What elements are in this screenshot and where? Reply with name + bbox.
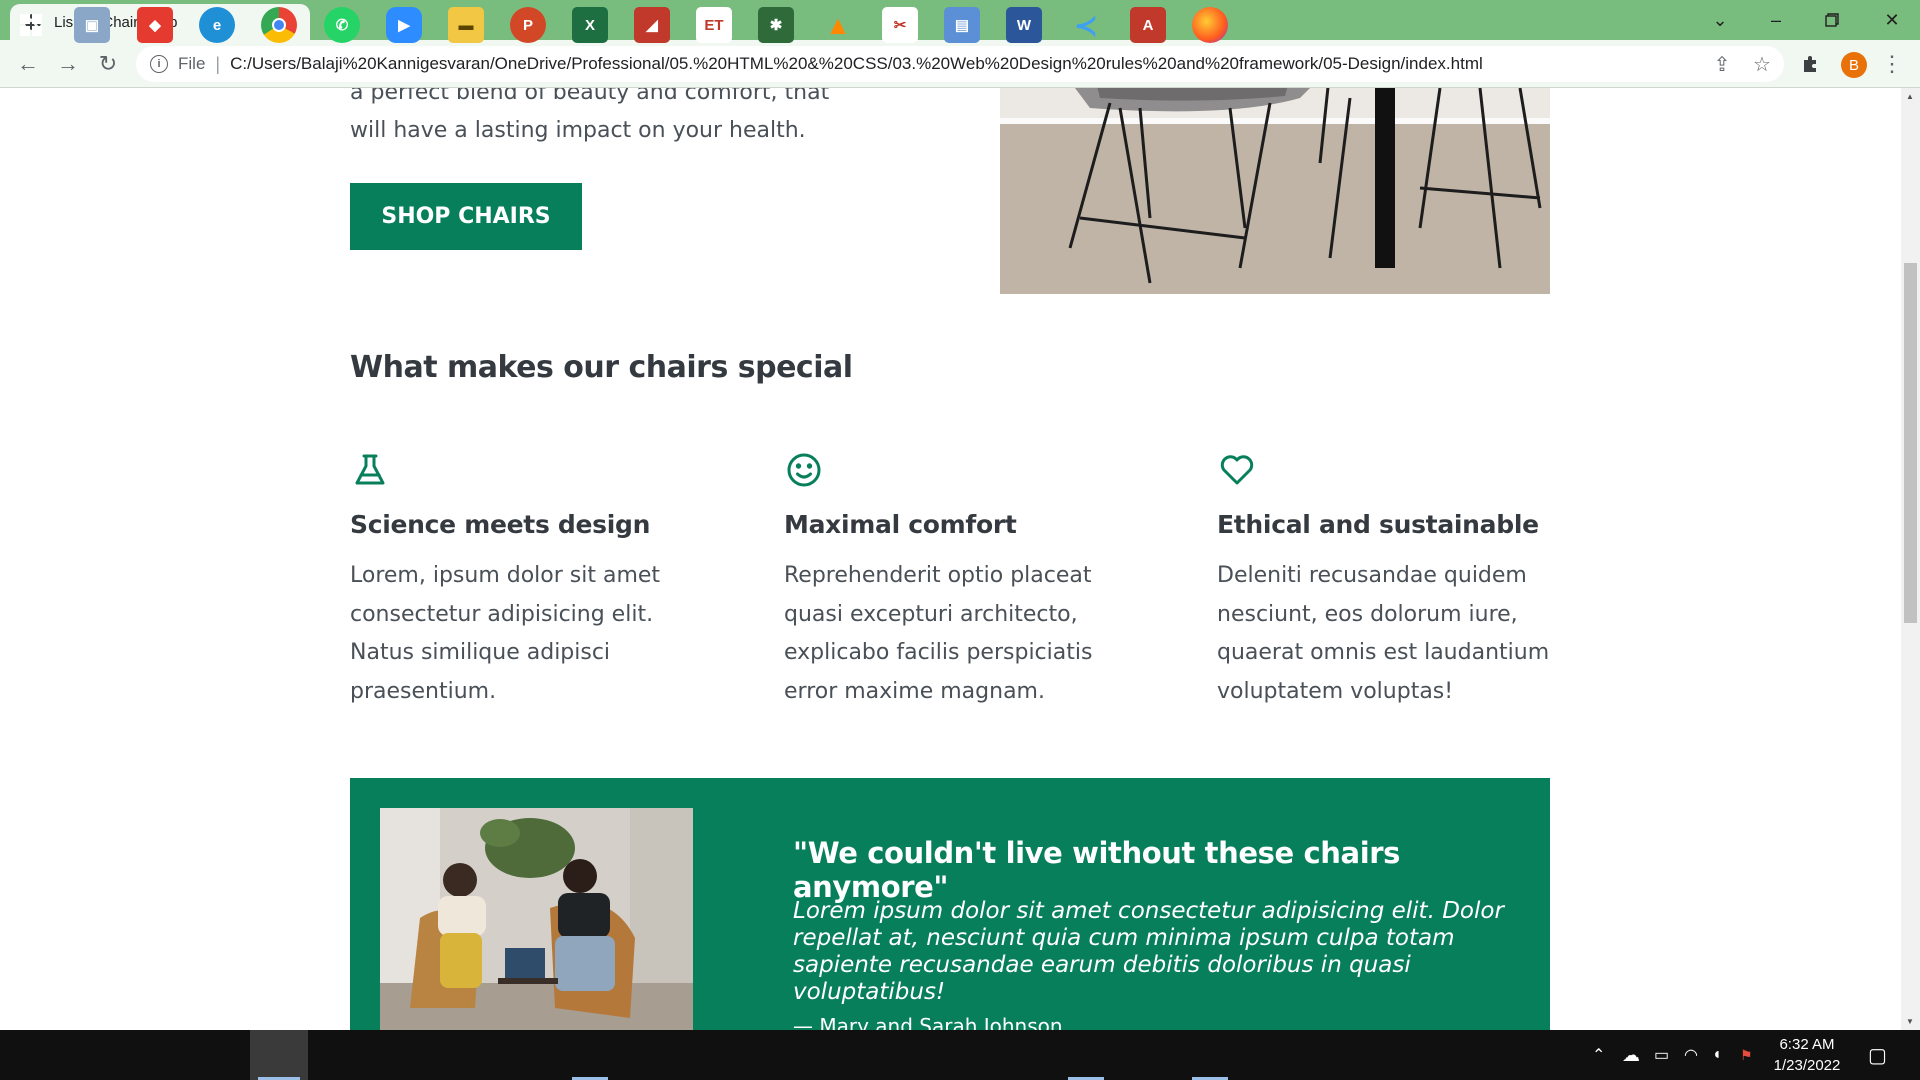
adobe-reader-icon[interactable]: A bbox=[1130, 7, 1166, 43]
notification-app-icon[interactable]: ⚑ bbox=[1740, 1030, 1753, 1080]
share-icon[interactable]: ⇪ bbox=[1710, 52, 1734, 76]
browser-menu-icon[interactable]: ⋮ bbox=[1880, 52, 1904, 78]
tray-chevron-icon[interactable]: ⌃ bbox=[1592, 1030, 1605, 1080]
feature-title: Science meets design bbox=[350, 510, 651, 539]
anydesk-icon[interactable]: ◆ bbox=[137, 7, 173, 43]
clock-date: 1/23/2022 bbox=[1773, 1057, 1841, 1074]
testimonial-quote: "We couldn't live without these chairs a… bbox=[793, 836, 1400, 904]
vlc-icon[interactable]: ▲ bbox=[820, 7, 856, 43]
vscode-icon[interactable]: ≺ bbox=[1068, 7, 1104, 43]
url-separator: | bbox=[215, 53, 221, 74]
app-icon[interactable]: ✱ bbox=[758, 7, 794, 43]
extensions-icon[interactable] bbox=[1798, 52, 1822, 76]
taskbar-active-highlight bbox=[250, 1030, 308, 1080]
scrollbar-thumb[interactable] bbox=[1904, 263, 1917, 623]
testimonial-image bbox=[380, 808, 693, 1030]
restore-icon bbox=[1825, 13, 1839, 27]
feature-card: Science meets design Lorem, ipsum dolor … bbox=[350, 450, 690, 711]
browser-toolbar: ← → ↻ i File | C:/Users/Balaji%20Kannige… bbox=[0, 40, 1920, 88]
profile-avatar[interactable]: B bbox=[1841, 52, 1867, 78]
flask-icon bbox=[355, 454, 385, 485]
whatsapp-icon[interactable]: ✆ bbox=[324, 7, 360, 43]
feature-text: Deleniti recusandae quidem nesciunt, eos… bbox=[1217, 563, 1550, 704]
site-info-icon[interactable]: i bbox=[150, 55, 168, 73]
zoom-icon[interactable]: ▶ bbox=[386, 7, 422, 43]
hero-image bbox=[1000, 88, 1550, 294]
tab-search-icon[interactable]: ⌄ bbox=[1692, 0, 1748, 40]
word-icon[interactable]: W bbox=[1006, 7, 1042, 43]
battery-icon[interactable]: ▭ bbox=[1654, 1030, 1669, 1080]
excel-icon[interactable]: X bbox=[572, 7, 608, 43]
feature-text: Lorem, ipsum dolor sit amet consectetur … bbox=[350, 563, 661, 704]
customers-photo bbox=[380, 808, 693, 1030]
address-bar[interactable]: i File | C:/Users/Balaji%20Kannigesvaran… bbox=[136, 46, 1784, 82]
edge-icon[interactable]: e bbox=[199, 7, 235, 43]
url-scheme: File bbox=[178, 54, 206, 73]
feature-card: Ethical and sustainable Deleniti recusan… bbox=[1217, 450, 1557, 711]
restore-button[interactable] bbox=[1804, 0, 1860, 40]
close-window-button[interactable]: ✕ bbox=[1864, 0, 1920, 40]
firefox-icon[interactable] bbox=[1192, 7, 1228, 43]
smile-icon bbox=[787, 453, 821, 487]
wifi-icon[interactable]: ◠ bbox=[1684, 1030, 1698, 1080]
taskbar-clock[interactable]: 6:32 AM 1/23/2022 bbox=[1762, 1034, 1852, 1076]
testimonial-author: — Mary and Sarah Johnson bbox=[793, 1014, 1063, 1030]
minimize-button[interactable]: – bbox=[1748, 0, 1804, 40]
feature-title: Maximal comfort bbox=[784, 510, 1017, 539]
powerpoint-icon[interactable]: P bbox=[510, 7, 546, 43]
shop-chairs-button[interactable]: SHOP CHAIRS bbox=[350, 183, 582, 250]
file-explorer-icon[interactable]: ▬ bbox=[448, 7, 484, 43]
hero-description: a perfect blend of beauty and comfort, t… bbox=[350, 88, 830, 143]
bookmark-star-icon[interactable]: ☆ bbox=[1750, 52, 1774, 76]
forward-button[interactable]: → bbox=[54, 50, 82, 78]
remote-desktop-icon[interactable]: ▤ bbox=[944, 7, 980, 43]
acrobat-icon[interactable]: ◢ bbox=[634, 7, 670, 43]
testimonial-section: "We couldn't live without these chairs a… bbox=[350, 778, 1550, 1030]
feature-title: Ethical and sustainable bbox=[1217, 510, 1539, 539]
scroll-up-icon[interactable]: ▲ bbox=[1906, 92, 1914, 101]
page-scrollbar[interactable]: ▲ ▼ bbox=[1901, 88, 1920, 1030]
chrome-icon[interactable] bbox=[261, 7, 297, 43]
volume-icon[interactable]: ◖ bbox=[1712, 1030, 1722, 1080]
feature-text: Reprehenderit optio placeat quasi except… bbox=[784, 563, 1093, 704]
onedrive-icon[interactable]: ☁ bbox=[1622, 1030, 1640, 1080]
back-button[interactable]: ← bbox=[14, 50, 42, 78]
action-center-icon[interactable]: ▢ bbox=[1868, 1030, 1887, 1080]
et-app-icon[interactable]: ET bbox=[696, 7, 732, 43]
heart-icon bbox=[1220, 455, 1254, 485]
testimonial-text: Lorem ipsum dolor sit amet consectetur a… bbox=[793, 898, 1504, 1005]
chairs-photo bbox=[1000, 88, 1550, 294]
page-viewport: a perfect blend of beauty and comfort, t… bbox=[0, 88, 1901, 1030]
snipping-tool-icon[interactable]: ✂ bbox=[882, 7, 918, 43]
url-text[interactable]: C:/Users/Balaji%20Kannigesvaran/OneDrive… bbox=[230, 54, 1483, 74]
start-icon[interactable] bbox=[12, 7, 50, 43]
scroll-down-icon[interactable]: ▼ bbox=[1906, 1017, 1914, 1026]
task-view-icon[interactable]: ▣ bbox=[74, 7, 110, 43]
feature-card: Maximal comfort Reprehenderit optio plac… bbox=[784, 450, 1124, 711]
features-section-title: What makes our chairs special bbox=[350, 350, 853, 385]
clock-time: 6:32 AM bbox=[1779, 1036, 1835, 1053]
reload-button[interactable]: ↻ bbox=[94, 50, 122, 78]
